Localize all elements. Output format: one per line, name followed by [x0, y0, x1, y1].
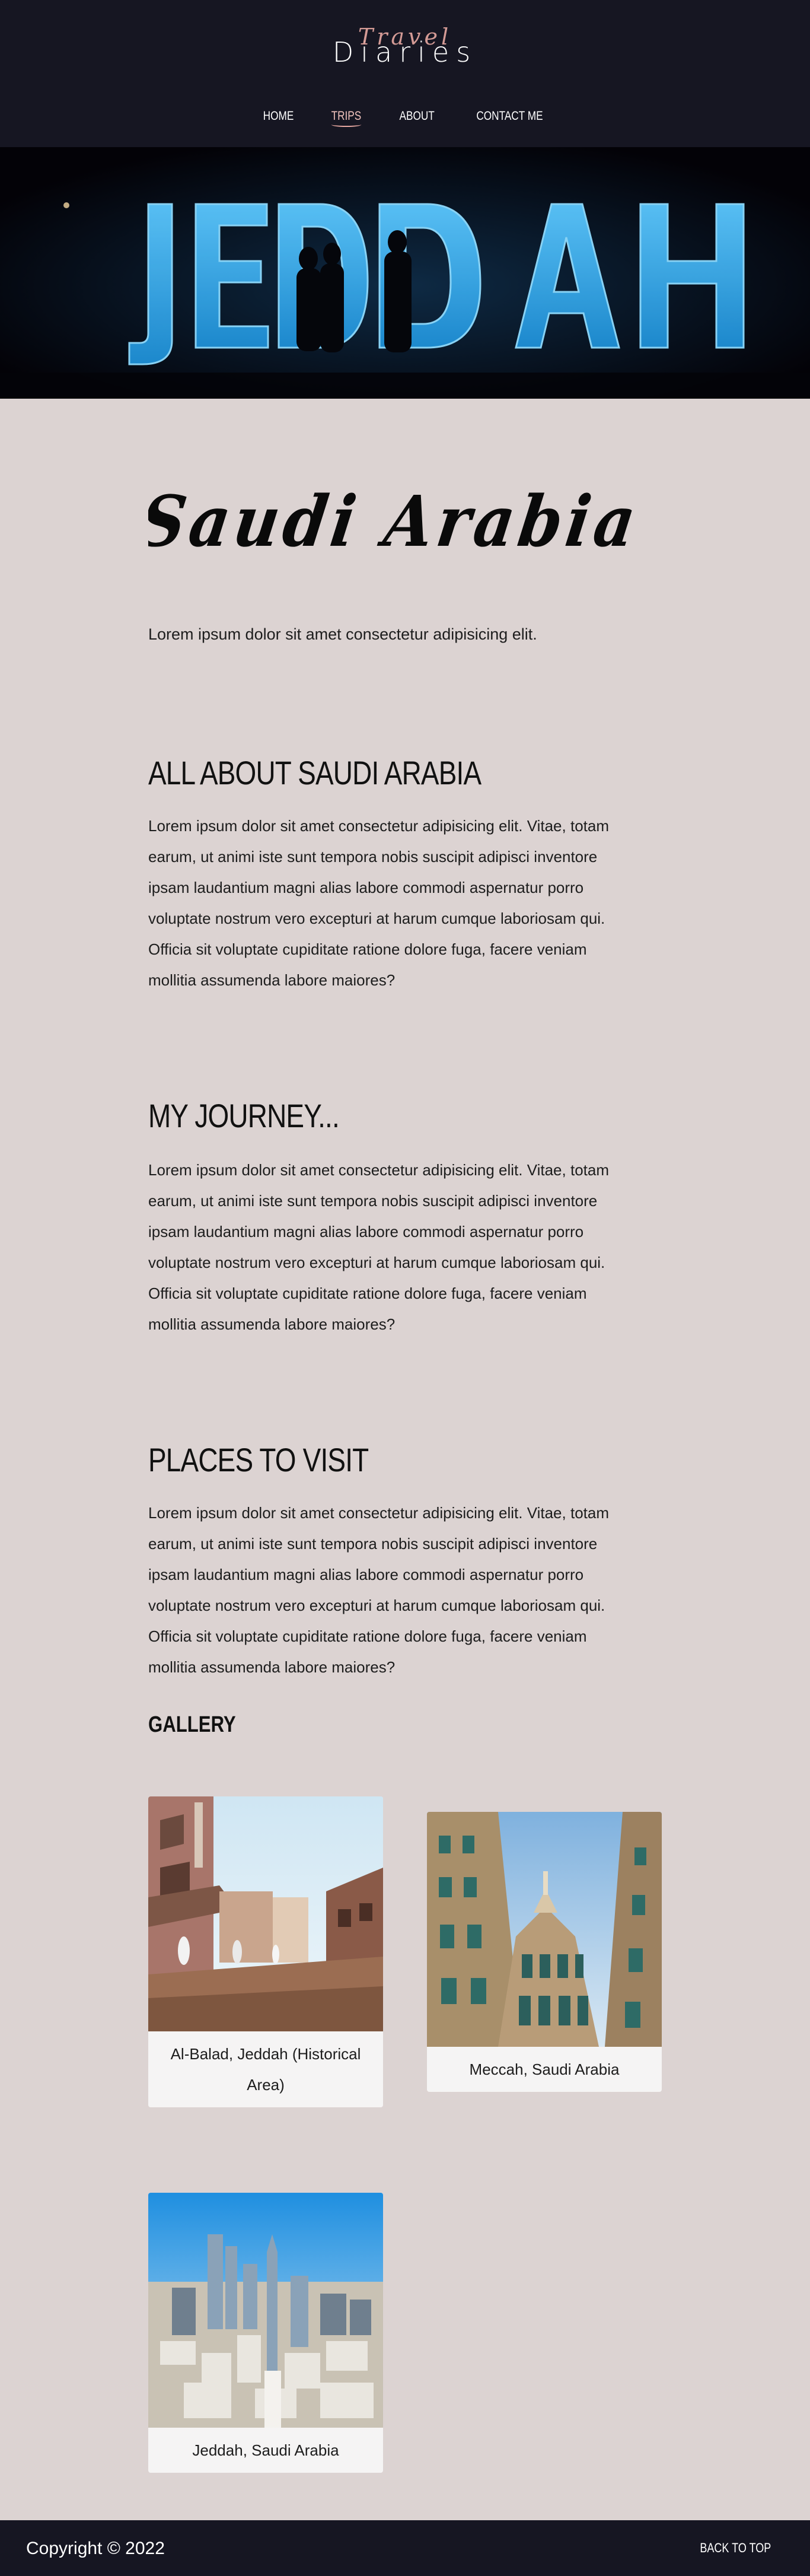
page-title-script: Saudi Arabia — [135, 481, 645, 562]
section-body-places: Lorem ipsum dolor sit amet consectetur a… — [148, 1497, 658, 1683]
section-body-journey: Lorem ipsum dolor sit amet consectetur a… — [148, 1155, 658, 1340]
nav-trips[interactable]: TRIPS — [331, 109, 361, 127]
paragraph-line: mollitia assumenda labore maiores? — [148, 971, 396, 989]
site-footer: Copyright © 2022 BACK TO TOP — [0, 2520, 810, 2576]
section-heading-about: ALL ABOUT SAUDI ARABIA — [148, 754, 481, 791]
copyright-text: Copyright © 2022 — [26, 2539, 165, 2558]
page-title: Saudi Arabia — [135, 469, 670, 575]
paragraph-line: mollitia assumenda labore maiores? — [148, 1658, 396, 1676]
paragraph-line: voluptate nostrum vero excepturi at haru… — [148, 909, 605, 927]
gallery-card-jeddah[interactable]: Jeddah, Saudi Arabia — [148, 2193, 383, 2473]
paragraph-line: Officia sit voluptate cupiditate ratione… — [148, 1284, 587, 1302]
caption-line: Jeddah, Saudi Arabia — [192, 2441, 339, 2459]
gallery-card-al-balad[interactable]: Al-Balad, Jeddah (Historical Area) — [148, 1796, 383, 2107]
paragraph-line: voluptate nostrum vero excepturi at haru… — [148, 1254, 605, 1271]
paragraph-line: Officia sit voluptate cupiditate ratione… — [148, 1627, 587, 1645]
paragraph-line: earum, ut animi iste sunt tempora nobis … — [148, 848, 598, 866]
hero-image-jeddah-sign — [0, 147, 810, 399]
hero-sign-illustration — [0, 147, 810, 399]
back-to-top-link[interactable]: BACK TO TOP — [700, 2540, 771, 2556]
paragraph-line: Officia sit voluptate cupiditate ratione… — [148, 940, 587, 958]
section-body-about: Lorem ipsum dolor sit amet consectetur a… — [148, 810, 658, 996]
photo-jeddah-skyline — [148, 2193, 383, 2428]
paragraph-line: Lorem ipsum dolor sit amet consectetur a… — [148, 817, 609, 835]
site-logo[interactable]: Travel Diaries — [0, 24, 810, 66]
caption-line: Area) — [247, 2076, 285, 2094]
main-nav: HOME TRIPS ABOUT CONTACT ME — [0, 109, 810, 127]
section-heading-journey: MY JOURNEY... — [148, 1097, 340, 1134]
paragraph-line: earum, ut animi iste sunt tempora nobis … — [148, 1192, 598, 1210]
caption-line: Al-Balad, Jeddah (Historical — [170, 2045, 361, 2063]
card-caption: Al-Balad, Jeddah (Historical Area) — [148, 2031, 383, 2107]
gallery-heading: GALLERY — [148, 1712, 236, 1737]
site-header: Travel Diaries HOME TRIPS ABOUT CONTACT … — [0, 0, 810, 147]
card-caption: Meccah, Saudi Arabia — [427, 2047, 662, 2092]
nav-home[interactable]: HOME — [263, 109, 294, 123]
paragraph-line: voluptate nostrum vero excepturi at haru… — [148, 1597, 605, 1614]
logo-script-text: Travel — [358, 24, 452, 50]
photo-al-balad — [148, 1796, 383, 2031]
nav-about[interactable]: ABOUT — [399, 109, 434, 123]
paragraph-line: Lorem ipsum dolor sit amet consectetur a… — [148, 1504, 609, 1522]
paragraph-line: mollitia assumenda labore maiores? — [148, 1315, 396, 1333]
paragraph-line: ipsam laudantium magni alias labore comm… — [148, 1566, 584, 1583]
photo-meccah — [427, 1812, 662, 2047]
intro-lead-text: Lorem ipsum dolor sit amet consectetur a… — [148, 625, 537, 643]
nav-contact-me[interactable]: CONTACT ME — [476, 109, 543, 123]
paragraph-line: Lorem ipsum dolor sit amet consectetur a… — [148, 1161, 609, 1179]
gallery-card-meccah[interactable]: Meccah, Saudi Arabia — [427, 1812, 662, 2092]
paragraph-line: ipsam laudantium magni alias labore comm… — [148, 879, 584, 896]
paragraph-line: earum, ut animi iste sunt tempora nobis … — [148, 1535, 598, 1553]
page-title-text: Saudi Arabia — [148, 481, 645, 562]
section-heading-places: PLACES TO VISIT — [148, 1441, 369, 1478]
caption-line: Meccah, Saudi Arabia — [469, 2060, 620, 2078]
card-caption: Jeddah, Saudi Arabia — [148, 2428, 383, 2473]
paragraph-line: ipsam laudantium magni alias labore comm… — [148, 1223, 584, 1241]
